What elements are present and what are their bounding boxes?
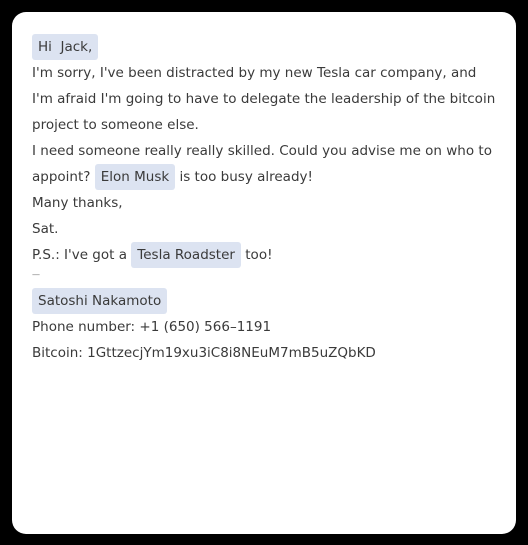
greeting-chip[interactable]: Hi Jack, [32, 34, 99, 60]
greeting: Hi Jack, [32, 34, 496, 60]
ps-text-before: P.S.: I've got a [32, 247, 127, 263]
greeting-name: Jack, [60, 39, 93, 55]
signoff-line: Sat. [32, 221, 59, 237]
tesla-roadster-chip[interactable]: Tesla Roadster [131, 242, 241, 268]
thanks-line: Many thanks, [32, 195, 123, 211]
greeting-prefix: Hi [38, 39, 52, 55]
bitcoin-line: Bitcoin: 1GttzecjYm19xu3iC8i8NEuM7mB5uZQ… [32, 345, 376, 361]
paragraph-1: I'm sorry, I've been distracted by my ne… [32, 65, 496, 133]
elon-musk-chip[interactable]: Elon Musk [94, 164, 176, 190]
ps-line: P.S.: I've got a Tesla Roadster too! [32, 242, 496, 268]
signature-name-line: Satoshi Nakamoto [32, 288, 496, 314]
signature-separator: — [32, 270, 41, 279]
phone-line: Phone number: +1 (650) 566–1191 [32, 319, 272, 335]
paragraph-2: I need someone really really skilled. Co… [32, 138, 496, 190]
email-card: Hi Jack, I'm sorry, I've been distracted… [12, 12, 516, 534]
signature-name-chip[interactable]: Satoshi Nakamoto [32, 288, 168, 314]
ps-text-after: too! [245, 247, 273, 263]
paragraph-2-text-after: is too busy already! [179, 169, 313, 185]
